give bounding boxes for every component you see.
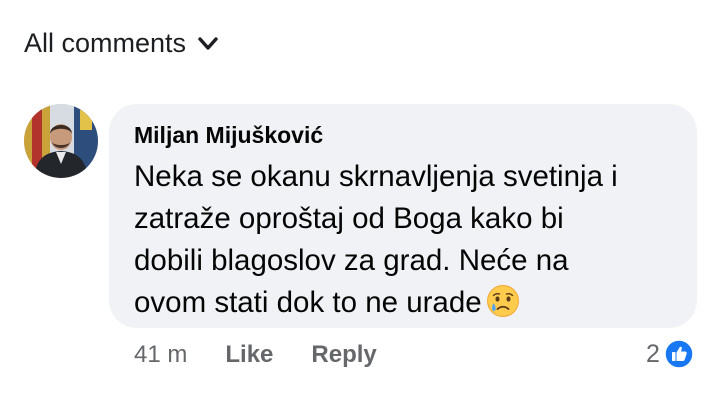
like-button[interactable]: Like <box>225 341 273 369</box>
chevron-down-icon <box>198 36 218 50</box>
reaction-count[interactable]: 2 <box>646 339 694 369</box>
comment-actions: 41 m Like Reply <box>134 341 377 369</box>
comment-line: dobili blagoslov za grad. Neće na <box>134 244 569 277</box>
comment-author[interactable]: Miljan Mijušković <box>134 120 671 150</box>
comment-timestamp[interactable]: 41 m <box>134 341 187 369</box>
reply-button[interactable]: Reply <box>311 341 376 369</box>
all-comments-filter[interactable]: All comments <box>24 28 218 59</box>
like-thumb-icon <box>664 339 694 369</box>
profile-photo <box>24 104 98 178</box>
comment-line: Neka se okanu skrnavljenja svetinja i <box>134 160 618 193</box>
avatar[interactable] <box>24 104 98 178</box>
filter-label: All comments <box>24 28 187 58</box>
reaction-count-number: 2 <box>646 339 660 368</box>
comment-line: zatraže oproštaj od Boga kako bi <box>134 202 564 235</box>
comment-text: Neka se okanu skrnavljenja svetinja i za… <box>134 156 671 324</box>
comment-bubble: Miljan Mijušković Neka se okanu skrnavlj… <box>109 104 697 328</box>
comment-line: ovom stati dok to ne urade <box>134 282 671 324</box>
comment-line-text: ovom stati dok to ne urade <box>134 286 482 319</box>
sad-tear-face-emoji-icon <box>486 285 519 317</box>
